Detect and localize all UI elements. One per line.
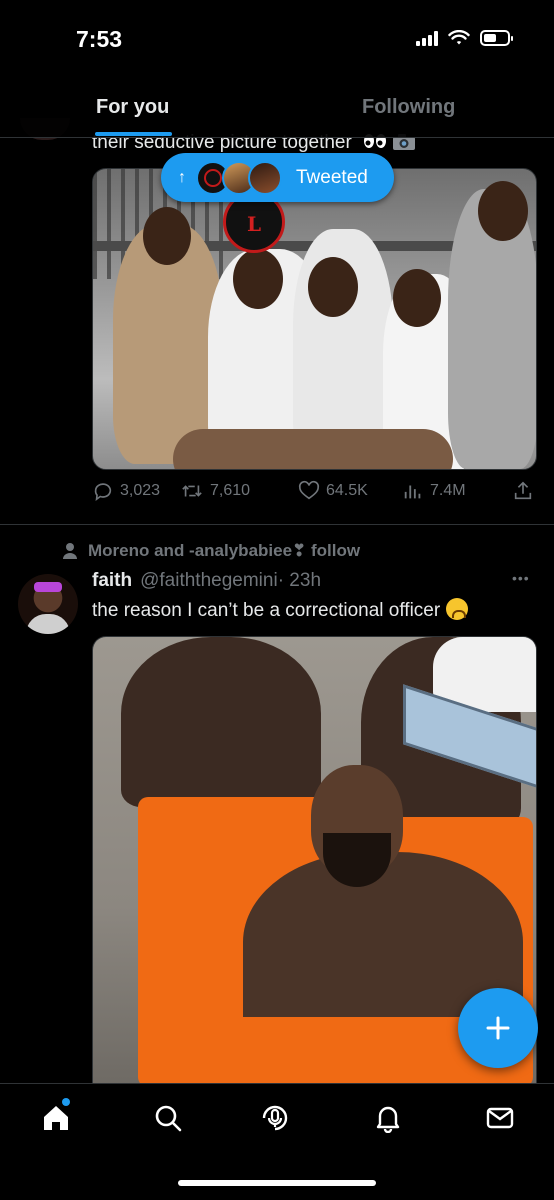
tweet-text: the reason I can’t be a correctional off… [92,598,469,622]
nav-notifications[interactable] [372,1102,404,1134]
display-name[interactable]: faith [92,570,132,592]
share-icon [514,481,532,500]
retweet-button[interactable]: 7,610 [180,480,250,502]
unread-dot [62,1098,70,1106]
tab-following[interactable]: Following [362,96,455,119]
status-icons [416,30,513,46]
home-indicator[interactable] [178,1180,376,1186]
status-time: 7:53 [76,26,123,52]
battery-icon [480,30,513,46]
divider [0,524,554,525]
nav-spaces[interactable] [259,1102,291,1134]
views-icon [404,485,421,499]
tweet-header: faith @faiththegemini· 23h [92,570,321,592]
spaces-icon [262,1105,288,1131]
like-count: 64.5K [326,482,368,499]
view-count: 7.4M [430,482,466,499]
social-context[interactable]: Moreno and -analybabiee❣ follow [62,541,360,561]
like-button[interactable]: 64.5K [298,480,368,502]
search-icon [155,1105,182,1132]
nav-home[interactable] [40,1102,72,1134]
tweet-time: · 23h [277,570,322,591]
timeline-header: For you Following [0,80,554,138]
tweet-actions: 3,023 7,610 64.5K 7.4M [92,480,537,508]
person-icon [63,543,77,559]
plus-icon [486,1016,510,1040]
home-icon [44,1106,68,1130]
share-button[interactable] [512,480,534,502]
tab-for-you[interactable]: For you [96,96,169,119]
notifications-icon [376,1106,400,1133]
avatar[interactable] [18,574,78,634]
nav-search[interactable] [152,1102,184,1134]
pill-avatars [196,160,282,195]
reply-button[interactable]: 3,023 [92,480,160,502]
retweet-count: 7,610 [210,482,251,499]
pill-label: Tweeted [296,166,368,188]
messages-icon [486,1107,514,1129]
wifi-icon [448,30,470,45]
heart-icon [298,480,320,500]
reply-count: 3,023 [120,482,161,499]
nav-messages[interactable] [484,1102,516,1134]
retweet-icon [182,485,202,497]
active-tab-indicator [95,132,172,136]
more-options-icon[interactable]: ••• [512,570,530,586]
status-bar: 7:53 [0,0,554,80]
avatar [248,160,282,195]
handle[interactable]: @faiththegemini· 23h [140,570,321,592]
reply-icon [94,483,112,502]
tweet-media-image[interactable]: L [92,168,537,470]
views-button[interactable]: 7.4M [402,480,466,502]
arrow-up-icon: ↑ [178,168,186,186]
social-context-text: Moreno and -analybabiee❣ follow [88,541,361,560]
cellular-signal-icon [416,30,438,46]
compose-tweet-button[interactable] [458,988,538,1068]
new-tweets-pill[interactable]: ↑ Tweeted [161,153,394,202]
weary-face-emoji [446,598,469,620]
